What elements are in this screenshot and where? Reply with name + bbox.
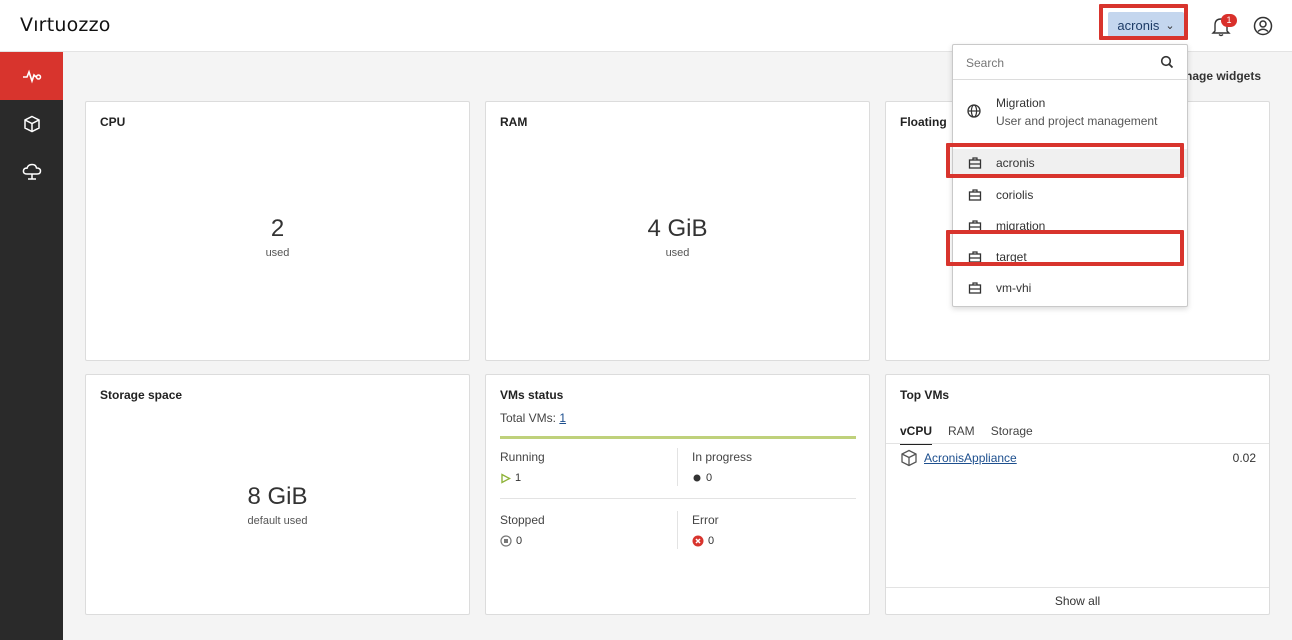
- error-value: 0: [708, 535, 715, 547]
- project-item-coriolis[interactable]: coriolis: [953, 181, 1187, 209]
- project-item-acronis[interactable]: acronis: [953, 149, 1187, 177]
- widget-title: Storage space: [100, 388, 183, 402]
- monitoring-icon: [22, 69, 41, 84]
- total-vms-link[interactable]: 1: [559, 411, 566, 425]
- project-item-target[interactable]: target: [953, 243, 1187, 271]
- cube-icon: [23, 115, 40, 133]
- search-input[interactable]: [966, 53, 1156, 73]
- storage-sub-label: default used: [247, 515, 308, 527]
- divider: [677, 511, 678, 549]
- sidebar-item-network[interactable]: [0, 148, 63, 196]
- stopped-value: 0: [516, 535, 523, 547]
- vm-name-link[interactable]: AcronisAppliance: [924, 451, 1017, 465]
- domain-name: Migration: [996, 96, 1046, 110]
- sidebar-item-monitoring[interactable]: [0, 52, 63, 100]
- top-vms-widget: Top VMs vCPU RAM Storage AcronisApplianc…: [885, 374, 1270, 615]
- tab-storage[interactable]: Storage: [991, 424, 1033, 445]
- project-item-vm-vhi[interactable]: vm-vhi: [953, 274, 1187, 302]
- widget-title: VMs status: [500, 388, 564, 402]
- vms-progress-bar: [500, 436, 856, 439]
- globe-icon: [967, 104, 981, 118]
- ram-widget: RAM 4 GiB used: [485, 101, 870, 361]
- ram-sub-label: used: [665, 247, 690, 259]
- project-label: acronis: [996, 156, 1035, 170]
- running-label: Running: [500, 450, 545, 464]
- briefcase-icon: [968, 157, 982, 169]
- project-item-migration[interactable]: migration: [953, 212, 1187, 240]
- widget-title: Top VMs: [900, 388, 950, 402]
- top-vms-tabs: vCPU RAM Storage: [900, 424, 1033, 445]
- project-label: migration: [996, 219, 1046, 233]
- chevron-down-icon: ⌄: [1165, 19, 1175, 32]
- search-icon[interactable]: [1160, 55, 1174, 69]
- storage-value: 8 GiB: [247, 483, 308, 510]
- user-icon[interactable]: [1253, 16, 1273, 36]
- total-vms: Total VMs: 1: [500, 411, 566, 425]
- tab-ram[interactable]: RAM: [948, 424, 975, 445]
- table-row: AcronisAppliance 0.02: [900, 447, 1256, 469]
- stopped-stat[interactable]: Stopped 0: [500, 513, 545, 547]
- project-label: target: [996, 250, 1027, 264]
- project-label: vm-vhi: [996, 281, 1032, 295]
- manage-widgets-link[interactable]: nage widgets: [1185, 69, 1261, 83]
- divider: [677, 448, 678, 486]
- dropdown-search: [953, 45, 1187, 80]
- cpu-sub-label: used: [265, 247, 290, 259]
- briefcase-icon: [968, 282, 982, 294]
- in-progress-value: 0: [706, 472, 713, 484]
- tabs-divider: [886, 443, 1269, 444]
- project-label: coriolis: [996, 188, 1034, 202]
- stopped-icon: [500, 535, 512, 547]
- briefcase-icon: [968, 220, 982, 232]
- notifications-button[interactable]: 1: [1210, 14, 1237, 39]
- notification-badge: 1: [1221, 14, 1237, 27]
- project-selector-label: acronis: [1117, 17, 1160, 33]
- cloud-icon: [22, 163, 41, 180]
- error-stat[interactable]: Error 0: [692, 513, 719, 547]
- widget-title: CPU: [100, 115, 126, 129]
- virtuozzo-logo[interactable]: Vırtuozzo: [20, 14, 111, 36]
- tab-vcpu[interactable]: vCPU: [900, 424, 933, 445]
- running-value: 1: [515, 472, 522, 484]
- error-icon: [692, 535, 704, 547]
- widget-title: Floating: [900, 115, 947, 129]
- in-progress-label: In progress: [692, 450, 753, 464]
- stopped-label: Stopped: [500, 513, 545, 527]
- domain-item-migration[interactable]: Migration User and project management: [953, 93, 1187, 135]
- briefcase-icon: [968, 251, 982, 263]
- cpu-widget: CPU 2 used: [85, 101, 470, 361]
- running-stat[interactable]: Running 1: [500, 450, 545, 484]
- divider: [500, 498, 856, 499]
- error-label: Error: [692, 513, 719, 527]
- show-all-button[interactable]: Show all: [886, 587, 1269, 614]
- briefcase-icon: [968, 189, 982, 201]
- vms-status-widget: VMs status Total VMs: 1 Running 1 In pro…: [485, 374, 870, 615]
- dot-icon: [693, 474, 701, 482]
- in-progress-stat[interactable]: In progress 0: [692, 450, 752, 484]
- sidebar-item-compute[interactable]: [0, 100, 63, 148]
- project-selector[interactable]: acronis ⌄: [1108, 12, 1184, 38]
- vm-vcpu-value: 0.02: [1232, 451, 1256, 465]
- cpu-value: 2: [270, 215, 285, 242]
- project-dropdown: Migration User and project management ac…: [952, 44, 1188, 307]
- ram-value: 4 GiB: [647, 215, 708, 242]
- storage-widget: Storage space 8 GiB default used: [85, 374, 470, 615]
- widget-title: RAM: [500, 115, 528, 129]
- play-icon: [501, 472, 511, 484]
- domain-description: User and project management: [996, 114, 1158, 128]
- total-vms-label: Total VMs:: [500, 411, 557, 425]
- sidebar: [0, 52, 63, 640]
- cube-icon: [901, 449, 917, 467]
